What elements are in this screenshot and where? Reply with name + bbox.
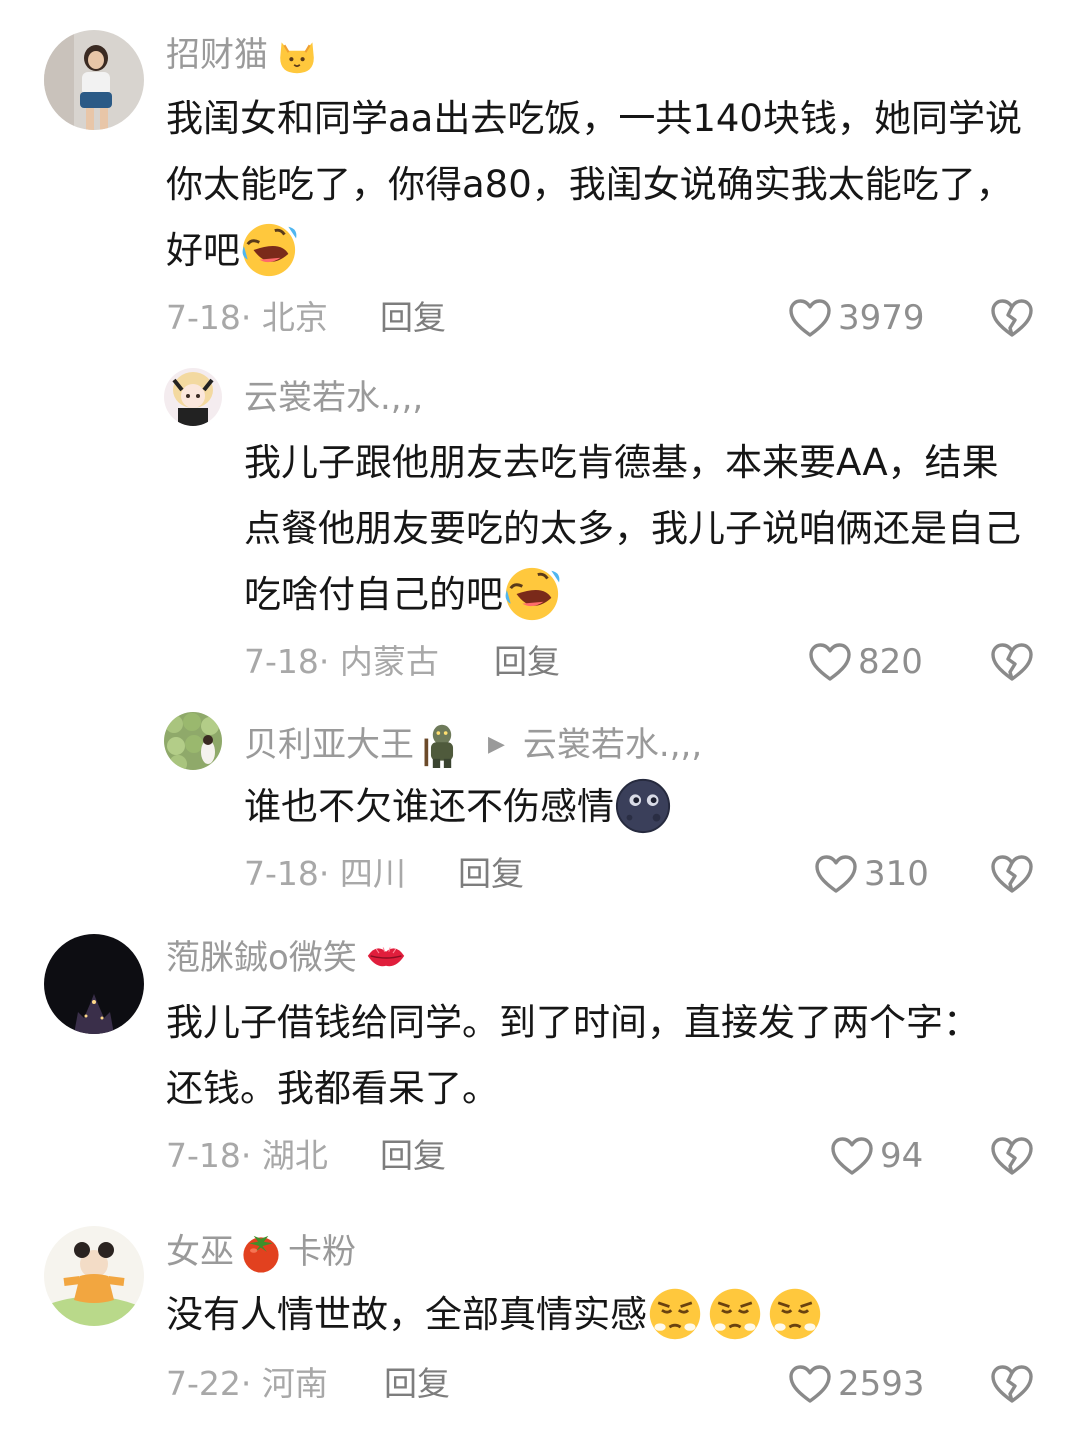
anime-girl-avatar <box>164 368 222 426</box>
heart-outline-icon <box>788 1364 832 1404</box>
melon-field-avatar <box>164 712 222 770</box>
huffing-face-emoji <box>647 1286 703 1342</box>
heart-outline-icon <box>788 298 832 338</box>
huffing-face-emoji <box>707 1286 763 1342</box>
date-location: 7-18· 四川 <box>244 854 406 893</box>
heart-outline-icon <box>814 854 858 894</box>
date-location: 7-18· 湖北 <box>166 1136 328 1175</box>
reply-button[interactable]: 回复 <box>494 642 560 682</box>
comment-text: 我儿子跟他朋友去吃肯德基，本来要AA，结果点餐他朋友要吃的太多，我儿子说咱俩还是… <box>244 430 1030 628</box>
rofl-crying-emoji <box>503 565 561 623</box>
reply-button[interactable]: 回复 <box>458 854 524 894</box>
like-button[interactable]: 2593 <box>788 1364 925 1404</box>
cat-face-emoji <box>276 34 318 76</box>
cartoon-kid-avatar <box>44 1226 144 1326</box>
like-count: 2593 <box>838 1364 925 1404</box>
like-button[interactable]: 3979 <box>788 298 925 338</box>
broken-heart-icon <box>990 298 1034 338</box>
like-count: 310 <box>864 854 929 894</box>
avatar[interactable] <box>44 934 144 1034</box>
like-count: 3979 <box>838 298 925 338</box>
username[interactable]: 贝利亚大王 ▶ 云裳若水.,,, <box>244 722 702 768</box>
new-moon-face-emoji <box>614 777 672 835</box>
reply-button[interactable]: 回复 <box>380 1136 446 1176</box>
username[interactable]: 云裳若水.,,, <box>244 378 423 418</box>
like-button[interactable]: 94 <box>830 1136 923 1176</box>
username[interactable]: 招财猫 <box>166 34 318 76</box>
broken-heart-icon <box>990 1364 1034 1404</box>
reply-button[interactable]: 回复 <box>380 298 446 338</box>
like-button[interactable]: 820 <box>808 642 923 682</box>
comment-text: 谁也不欠谁还不伤感情 <box>244 774 1030 840</box>
comment-text: 没有人情世故，全部真情实感 <box>166 1282 1036 1348</box>
girl-photo-avatar <box>44 30 144 130</box>
username[interactable]: 女巫 卡粉 <box>166 1230 356 1274</box>
comment-text: 我儿子借钱给同学。到了时间，直接发了两个字：还钱。我都看呆了。 <box>166 1001 980 1110</box>
username[interactable]: 萢脒鋮ο微笑 <box>166 938 407 978</box>
dislike-button[interactable] <box>990 1136 1034 1180</box>
date-location: 7-18· 北京 <box>166 298 328 337</box>
reply-arrow-icon: ▶ <box>488 732 505 757</box>
date-location: 7-18· 内蒙古 <box>244 642 439 681</box>
rofl-crying-emoji <box>240 221 298 279</box>
avatar[interactable] <box>44 1226 144 1326</box>
avatar[interactable] <box>164 712 222 770</box>
broken-heart-icon <box>990 854 1034 894</box>
night-castle-avatar <box>44 934 144 1034</box>
heart-outline-icon <box>808 642 852 682</box>
dislike-button[interactable] <box>990 298 1034 342</box>
reply-to-user[interactable]: 云裳若水.,,, <box>523 725 702 765</box>
dislike-button[interactable] <box>990 1364 1034 1408</box>
like-count: 94 <box>880 1136 924 1176</box>
comment-text: 我闺女和同学aa出去吃饭，一共140块钱，她同学说你太能吃了，你得a80，我闺女… <box>166 86 1028 284</box>
broken-heart-icon <box>990 1136 1034 1176</box>
huffing-face-emoji <box>767 1286 823 1342</box>
avatar[interactable] <box>44 30 144 130</box>
avatar[interactable] <box>164 368 222 426</box>
tomato-emoji <box>238 1230 284 1274</box>
troll-figure-icon <box>422 722 462 768</box>
heart-outline-icon <box>830 1136 874 1176</box>
dislike-button[interactable] <box>990 642 1034 686</box>
broken-heart-icon <box>990 642 1034 682</box>
like-count: 820 <box>858 642 923 682</box>
dislike-button[interactable] <box>990 854 1034 898</box>
reply-button[interactable]: 回复 <box>384 1364 450 1404</box>
like-button[interactable]: 310 <box>814 854 929 894</box>
date-location: 7-22· 河南 <box>166 1364 328 1403</box>
kiss-lips-emoji <box>365 940 407 976</box>
